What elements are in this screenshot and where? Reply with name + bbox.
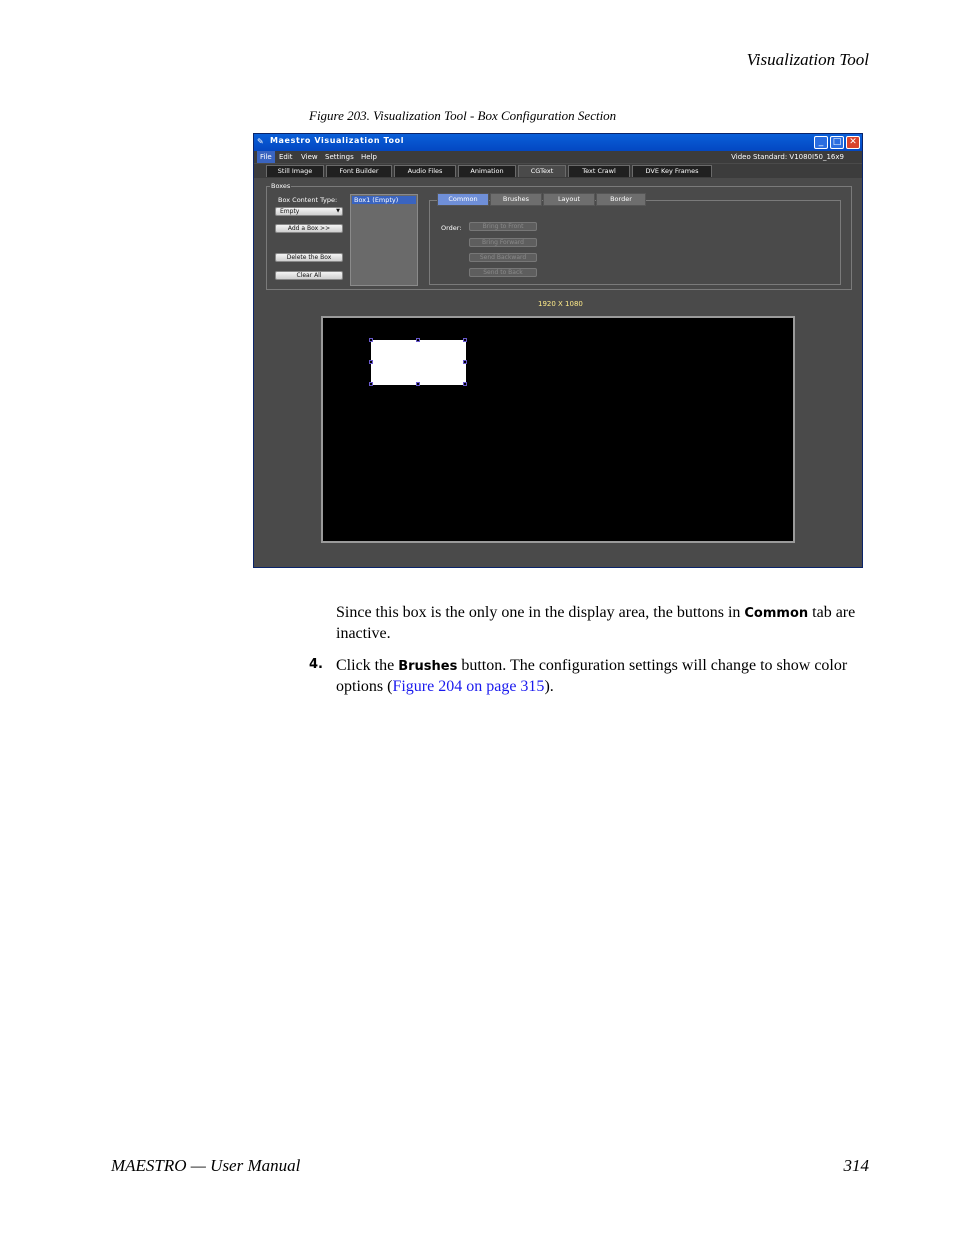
delete-box-button[interactable]: Delete the Box <box>275 253 343 262</box>
resize-handle[interactable] <box>463 338 467 342</box>
menu-help[interactable]: Help <box>358 151 380 163</box>
menu-bar: File Edit View Settings Help Video Stand… <box>254 151 862 163</box>
body-paragraph: Since this box is the only one in the di… <box>336 603 876 644</box>
tab-dve-key-frames[interactable]: DVE Key Frames <box>632 165 712 177</box>
figure-link[interactable]: Figure 204 on page 315 <box>392 678 544 695</box>
step-paragraph: Click the Brushes button. The configurat… <box>336 656 876 697</box>
para-text: Since this box is the only one in the di… <box>336 604 745 621</box>
menu-settings[interactable]: Settings <box>322 151 357 163</box>
tab-border[interactable]: Border <box>596 193 646 206</box>
step-text: Click the <box>336 657 399 674</box>
video-standard-label: Video Standard: V1080I50_16x9 <box>731 153 844 161</box>
tab-layout[interactable]: Layout <box>543 193 595 206</box>
step-number: 4. <box>309 657 323 672</box>
tab-cgtext[interactable]: CGText <box>518 165 566 177</box>
bring-forward-button[interactable]: Bring Forward <box>469 238 537 247</box>
minimize-icon[interactable]: _ <box>814 136 828 149</box>
bring-to-front-button[interactable]: Bring to Front <box>469 222 537 231</box>
close-icon[interactable]: ✕ <box>846 136 860 149</box>
window-title: Maestro Visualization Tool <box>270 136 405 145</box>
common-button-ref: Common <box>744 606 809 621</box>
maximize-icon[interactable]: □ <box>830 136 844 149</box>
boxes-group-label: Boxes <box>270 182 292 190</box>
title-bar: ✎ Maestro Visualization Tool _ □ ✕ <box>254 134 862 151</box>
clear-all-button[interactable]: Clear All <box>275 271 343 280</box>
box1-rectangle[interactable] <box>371 340 466 385</box>
tab-text-crawl[interactable]: Text Crawl <box>568 165 630 177</box>
send-backward-button[interactable]: Send Backward <box>469 253 537 262</box>
figure-caption: Figure 203. Visualization Tool - Box Con… <box>309 108 617 123</box>
box-content-type-dropdown[interactable]: Empty ▼ <box>275 207 343 216</box>
resize-handle[interactable] <box>463 360 467 364</box>
resolution-label: 1920 X 1080 <box>538 300 583 308</box>
footer-manual-title: MAESTRO — User Manual <box>111 1156 301 1175</box>
list-item[interactable]: Box1 (Empty) <box>352 196 416 204</box>
resize-handle[interactable] <box>369 360 373 364</box>
app-window-screenshot: ✎ Maestro Visualization Tool _ □ ✕ File … <box>253 133 863 568</box>
tab-animation[interactable]: Animation <box>458 165 516 177</box>
resize-handle[interactable] <box>369 382 373 386</box>
menu-view[interactable]: View <box>298 151 321 163</box>
tab-still-image[interactable]: Still Image <box>266 165 324 177</box>
tab-audio-files[interactable]: Audio Files <box>394 165 456 177</box>
box-list[interactable]: Box1 (Empty) <box>350 194 418 286</box>
menu-edit[interactable]: Edit <box>276 151 296 163</box>
box-content-type-label: Box Content Type: <box>278 196 338 204</box>
step-text: ). <box>544 678 554 695</box>
order-label: Order: <box>441 224 462 232</box>
menu-file[interactable]: File <box>257 151 275 163</box>
tab-brushes[interactable]: Brushes <box>490 193 542 206</box>
resize-handle[interactable] <box>369 338 373 342</box>
tab-font-builder[interactable]: Font Builder <box>326 165 392 177</box>
running-header: Visualization Tool <box>746 50 869 69</box>
tab-common[interactable]: Common <box>437 193 489 206</box>
dropdown-value: Empty <box>280 208 300 215</box>
main-tabs: Still Image Font Builder Audio Files Ani… <box>254 164 862 178</box>
display-canvas[interactable] <box>321 316 795 543</box>
chevron-down-icon: ▼ <box>336 208 340 214</box>
send-to-back-button[interactable]: Send to Back <box>469 268 537 277</box>
add-box-button[interactable]: Add a Box >> <box>275 224 343 233</box>
brushes-button-ref: Brushes <box>398 659 458 674</box>
app-icon: ✎ <box>257 137 264 146</box>
resize-handle[interactable] <box>416 382 420 386</box>
resize-handle[interactable] <box>463 382 467 386</box>
resize-handle[interactable] <box>416 338 420 342</box>
page-number: 314 <box>843 1156 870 1175</box>
